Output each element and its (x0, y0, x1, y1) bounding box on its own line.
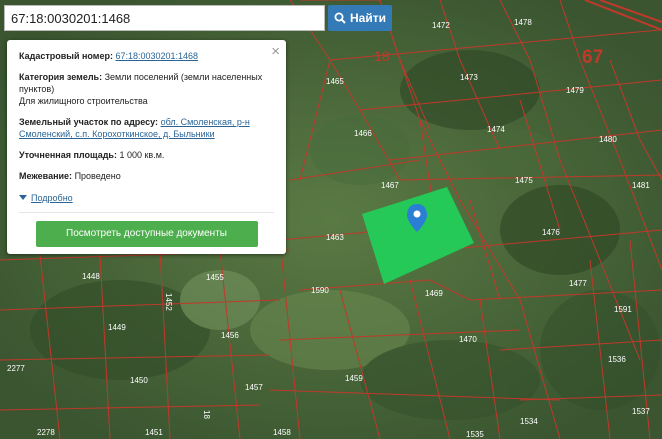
parcel-label: 1590 (311, 286, 329, 295)
survey-row: Межевание: Проведено (19, 170, 274, 182)
parcel-label: 1465 (326, 77, 344, 86)
search-button[interactable]: Найти (328, 5, 392, 31)
parcel-label: 1451 (145, 428, 163, 437)
parcel-label: 1475 (515, 176, 533, 185)
parcel-label: 1537 (632, 407, 650, 416)
survey-label: Межевание: (19, 171, 73, 181)
parcel-label: 1479 (566, 86, 584, 95)
parcel-info-popup: × Кадастровый номер: 67:18:0030201:1468 … (7, 40, 286, 254)
land-use-value: Для жилищного строительства (19, 96, 148, 106)
survey-value: Проведено (74, 171, 121, 181)
parcel-label: 1470 (459, 335, 477, 344)
category-row: Категория земель: Земли поселений (земли… (19, 71, 274, 107)
address-row: Земельный участок по адресу: обл. Смолен… (19, 116, 274, 140)
parcel-label: 1458 (273, 428, 291, 437)
view-documents-button[interactable]: Посмотреть доступные документы (35, 220, 258, 247)
parcel-label: 1455 (206, 273, 224, 282)
parcel-label: 1534 (520, 417, 538, 426)
cadastral-row: Кадастровый номер: 67:18:0030201:1468 (19, 50, 274, 62)
category-label: Категория земель: (19, 72, 103, 82)
parcel-label: 1478 (514, 18, 532, 27)
address-label: Земельный участок по адресу: (19, 117, 159, 127)
parcel-label: 1449 (108, 323, 126, 332)
quarter-label: 18 (374, 48, 390, 64)
details-toggle[interactable]: Подробно (19, 192, 73, 204)
parcel-label: 1456 (221, 331, 239, 340)
parcel-label: 1452 (164, 293, 173, 311)
parcel-label: 18 (202, 410, 211, 419)
search-icon (334, 12, 346, 24)
close-icon[interactable]: × (271, 44, 280, 59)
search-bar: Найти (4, 5, 392, 31)
parcel-label: 1473 (460, 73, 478, 82)
parcel-label: 1481 (632, 181, 650, 190)
parcel-label: 1476 (542, 228, 560, 237)
parcel-label: 2277 (7, 364, 25, 373)
area-row: Уточненная площадь: 1 000 кв.м. (19, 149, 274, 161)
view-documents-label: Посмотреть доступные документы (66, 227, 227, 239)
parcel-label: 1474 (487, 125, 505, 134)
area-label: Уточненная площадь: (19, 150, 117, 160)
parcel-label: 2278 (37, 428, 55, 437)
cadastral-label: Кадастровый номер: (19, 51, 113, 61)
parcel-label: 1467 (381, 181, 399, 190)
region-label: 67 (582, 47, 603, 68)
search-input[interactable] (4, 5, 325, 31)
parcel-label: 1472 (432, 21, 450, 30)
search-button-label: Найти (350, 11, 386, 25)
parcel-label: 1477 (569, 279, 587, 288)
divider (19, 211, 274, 213)
details-label: Подробно (31, 192, 73, 203)
parcel-label: 1459 (345, 374, 363, 383)
area-value: 1 000 кв.м. (119, 150, 165, 160)
parcel-label: 1536 (608, 355, 626, 364)
parcel-label: 1591 (614, 305, 632, 314)
parcel-label: 1535 (466, 430, 484, 439)
parcel-label: 1466 (354, 129, 372, 138)
cadastral-number-link[interactable]: 67:18:0030201:1468 (115, 51, 198, 61)
parcel-label: 1469 (425, 289, 443, 298)
parcel-label: 1450 (130, 376, 148, 385)
parcel-label: 1480 (599, 135, 617, 144)
parcel-label: 1448 (82, 272, 100, 281)
parcel-label: 1457 (245, 383, 263, 392)
chevron-down-icon (19, 195, 27, 200)
parcel-label: 1463 (326, 233, 344, 242)
